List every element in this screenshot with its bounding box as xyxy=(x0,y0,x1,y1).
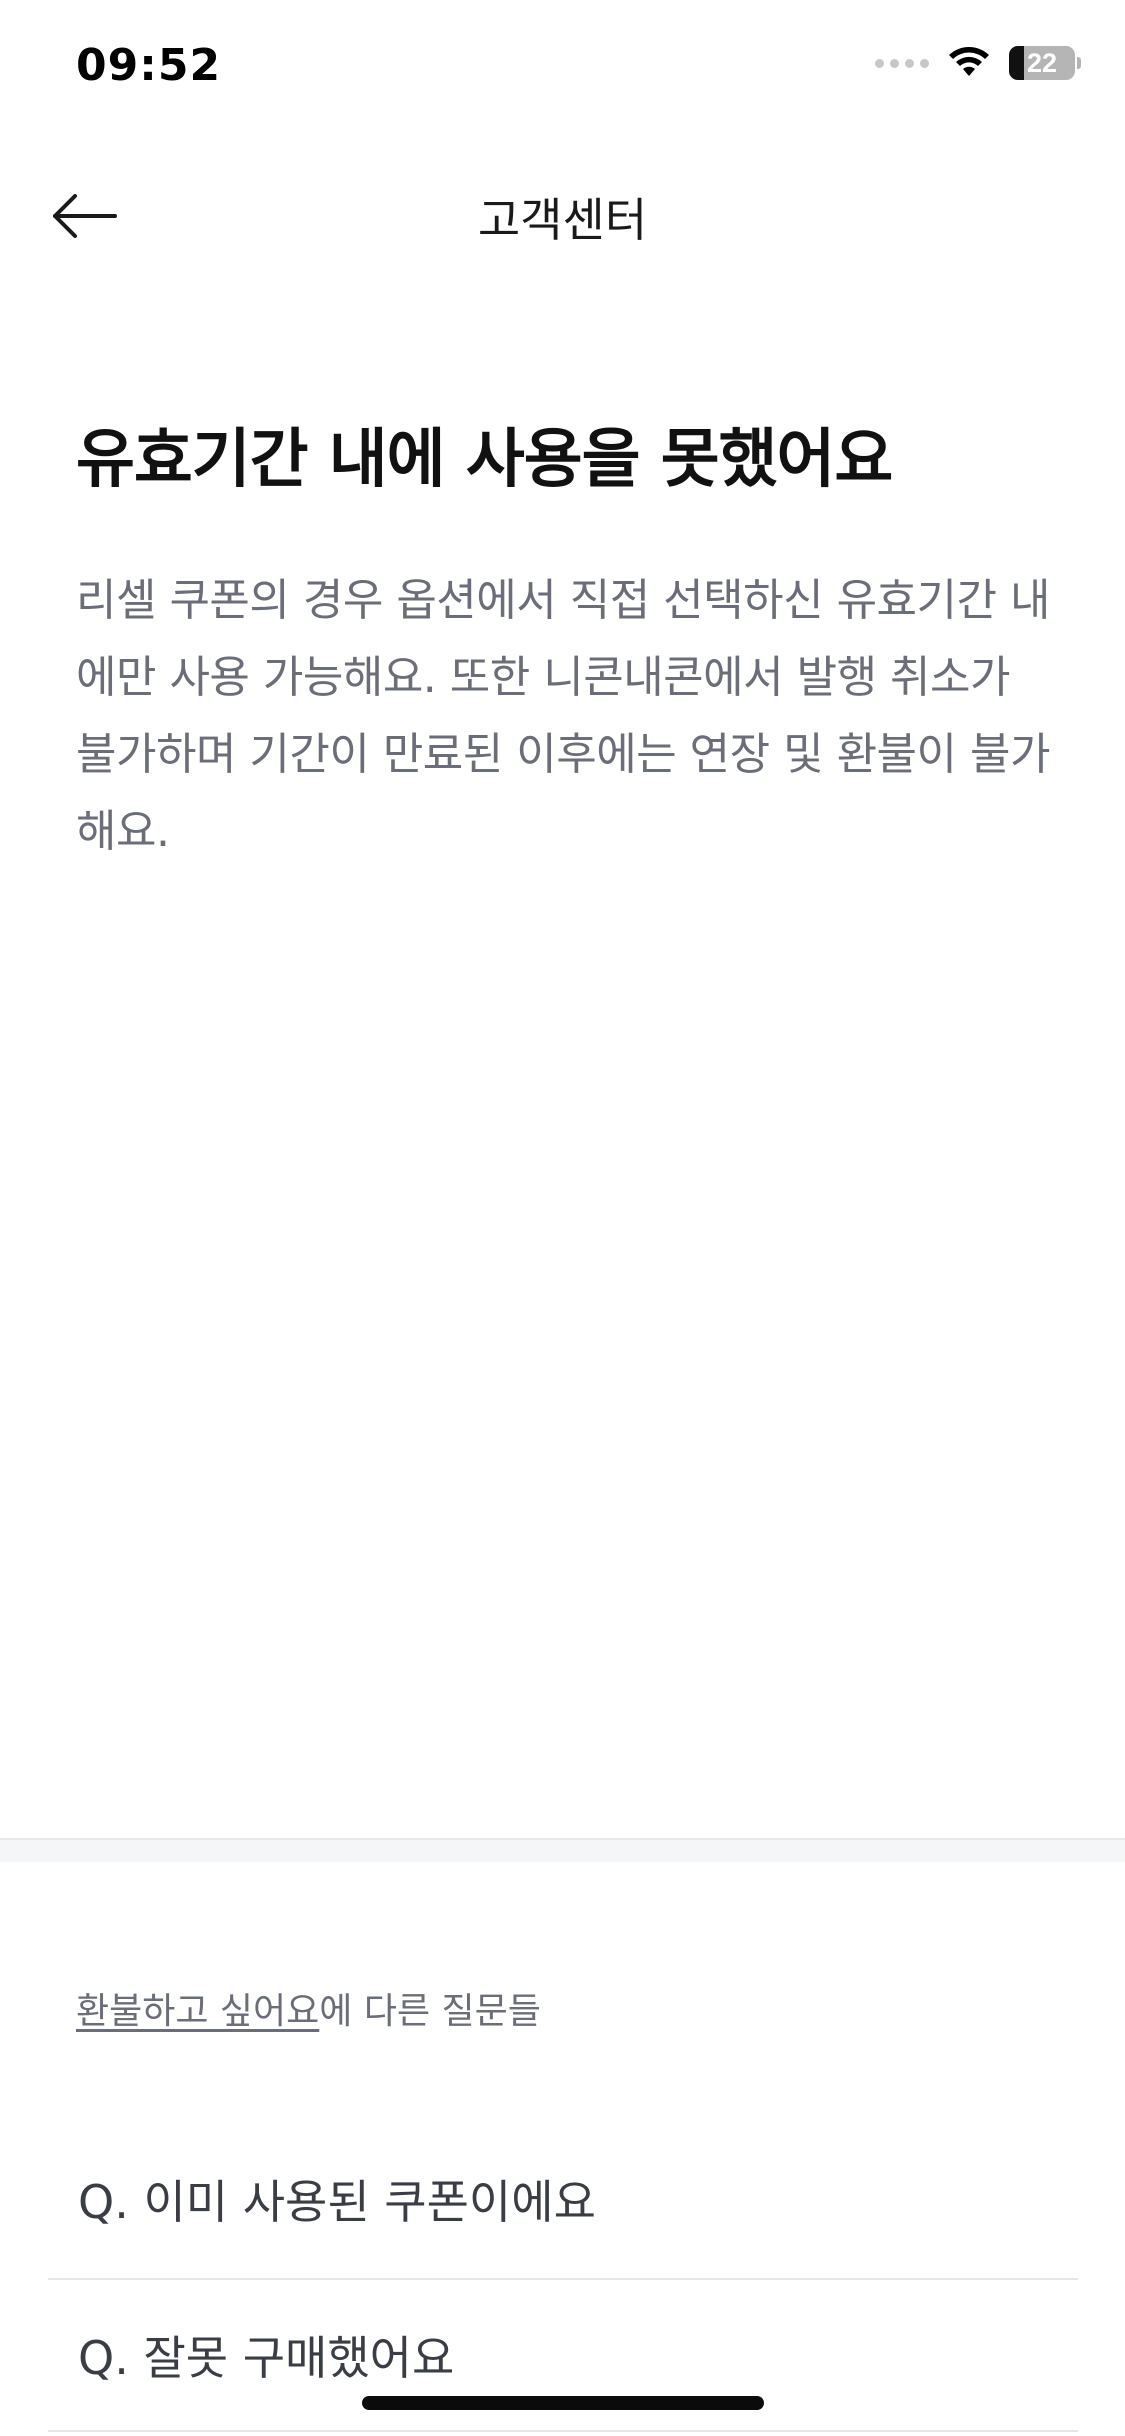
battery-level-fill xyxy=(1009,46,1024,80)
category-link[interactable]: 환불하고 싶어요 xyxy=(76,1991,319,2032)
related-heading-suffix: 에 다른 질문들 xyxy=(319,1991,541,2032)
question-item[interactable]: Q. 이미 사용된 쿠폰이에요 xyxy=(48,2120,1078,2280)
battery-percentage: 22 xyxy=(1026,47,1058,78)
battery-icon: 22 xyxy=(1009,46,1075,80)
faq-detail-screen: 09:52 22 고객센터 유효기간 내에 사용을 못했어요 리셀 쿠폰의 경우… xyxy=(0,0,1125,2436)
faq-article: 유효기간 내에 사용을 못했어요 리셀 쿠폰의 경우 옵션에서 직접 선택하신 … xyxy=(76,420,1056,870)
article-title: 유효기간 내에 사용을 못했어요 xyxy=(76,423,893,497)
question-label: Q. 잘못 구매했어요 xyxy=(78,2331,455,2385)
wifi-icon xyxy=(949,47,989,76)
home-indicator xyxy=(362,2396,764,2410)
status-bar: 09:52 22 xyxy=(0,0,1125,132)
battery-tip xyxy=(1077,57,1081,69)
question-label: Q. 이미 사용된 쿠폰이에요 xyxy=(78,2175,596,2229)
navigation-bar: 고객센터 xyxy=(0,150,1125,280)
status-time: 09:52 xyxy=(76,40,222,91)
section-divider xyxy=(0,1838,1125,1864)
status-icons: 22 xyxy=(875,46,1081,80)
question-list: Q. 이미 사용된 쿠폰이에요 Q. 잘못 구매했어요 xyxy=(48,2120,1078,2432)
related-questions-section: 환불하고 싶어요에 다른 질문들 Q. 이미 사용된 쿠폰이에요 Q. 잘못 구… xyxy=(0,1862,1125,2436)
related-heading: 환불하고 싶어요에 다른 질문들 xyxy=(76,1982,541,2034)
page-title: 고객센터 xyxy=(477,193,648,247)
article-body: 리셀 쿠폰의 경우 옵션에서 직접 선택하신 유효기간 내에만 사용 가능해요.… xyxy=(76,575,1050,857)
cellular-signal-icon xyxy=(875,58,929,68)
